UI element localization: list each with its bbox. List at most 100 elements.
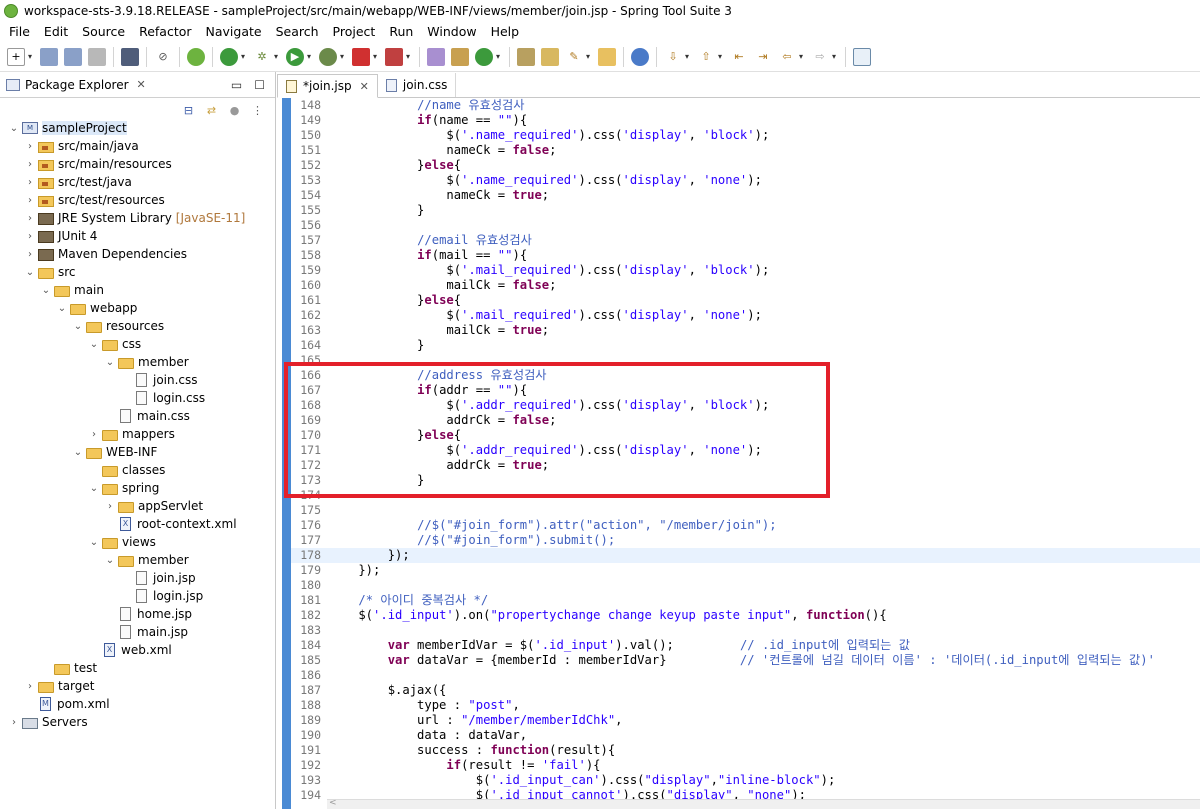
code-line[interactable]: 158 if(mail == ""){ — [291, 248, 1200, 263]
code-line[interactable]: 148 //name 유효성검사 — [291, 98, 1200, 113]
code-line[interactable]: 182 $('.id_input').on("propertychange ch… — [291, 608, 1200, 623]
previous-annotation-dropdown-icon[interactable]: ▾ — [718, 52, 725, 61]
tree-item[interactable]: ⌄ spring — [0, 479, 275, 497]
menu-help[interactable]: Help — [484, 22, 527, 42]
new-class-icon[interactable] — [475, 47, 493, 66]
tree-item[interactable]: ⌄ views — [0, 533, 275, 551]
code-line[interactable]: 162 $('.mail_required').css('display', '… — [291, 308, 1200, 323]
code-line[interactable]: 176 //$("#join_form").attr("action", "/m… — [291, 518, 1200, 533]
ant-icon[interactable]: ✎ — [565, 48, 583, 66]
minimize-icon[interactable]: ▭ — [231, 78, 242, 92]
collapsed-chevron-icon[interactable]: › — [22, 159, 38, 170]
collapsed-chevron-icon[interactable]: › — [22, 177, 38, 188]
next-annotation-dropdown-icon[interactable]: ▾ — [685, 52, 692, 61]
save-icon[interactable] — [40, 47, 58, 66]
code-line[interactable]: 186 — [291, 668, 1200, 683]
menu-run[interactable]: Run — [382, 22, 420, 42]
code-line[interactable]: 164 } — [291, 338, 1200, 353]
code-line[interactable]: 152 }else{ — [291, 158, 1200, 173]
skip-breakpoints-icon[interactable]: ⊘ — [154, 48, 172, 66]
debug-icon[interactable]: ✲ — [253, 48, 271, 66]
maximize-icon[interactable]: ☐ — [254, 78, 265, 92]
tree-item[interactable]: join.css — [0, 371, 275, 389]
editor-tab[interactable]: *join.jsp ✕ — [277, 74, 378, 98]
tree-item[interactable]: ⌄ member — [0, 551, 275, 569]
code-line[interactable]: 190 data : dataVar, — [291, 728, 1200, 743]
tree-item[interactable]: ⌄ resources — [0, 317, 275, 335]
collapsed-chevron-icon[interactable]: › — [22, 249, 38, 260]
collapsed-chevron-icon[interactable]: › — [22, 681, 38, 692]
code-line[interactable]: 156 — [291, 218, 1200, 233]
open-task-icon[interactable] — [541, 47, 559, 66]
tree-item[interactable]: main.jsp — [0, 623, 275, 641]
tree-item[interactable]: Mpom.xml — [0, 695, 275, 713]
code-line[interactable]: 163 mailCk = true; — [291, 323, 1200, 338]
expanded-chevron-icon[interactable]: ⌄ — [70, 447, 86, 458]
expanded-chevron-icon[interactable]: ⌄ — [102, 357, 118, 368]
tree-item[interactable]: test — [0, 659, 275, 677]
forward-icon[interactable]: ⇨ — [811, 48, 829, 66]
code-line[interactable]: 170 }else{ — [291, 428, 1200, 443]
horizontal-scrollbar[interactable]: < — [327, 798, 1200, 809]
menu-edit[interactable]: Edit — [37, 22, 75, 42]
menu-file[interactable]: File — [2, 22, 37, 42]
code-line[interactable]: 166 //address 유효성검사 — [291, 368, 1200, 383]
scroll-left-icon[interactable]: < — [329, 798, 337, 808]
code-line[interactable]: 154 nameCk = true; — [291, 188, 1200, 203]
back-dropdown-icon[interactable]: ▾ — [799, 52, 806, 61]
focus-active-task-icon[interactable]: ● — [227, 104, 242, 118]
collapsed-chevron-icon[interactable]: › — [22, 231, 38, 242]
code-line[interactable]: 180 — [291, 578, 1200, 593]
relaunch-dropdown-icon[interactable]: ▾ — [241, 52, 248, 61]
tree-item[interactable]: › src/main/resources — [0, 155, 275, 173]
code-line[interactable]: 149 if(name == ""){ — [291, 113, 1200, 128]
collapsed-chevron-icon[interactable]: › — [22, 195, 38, 206]
run-dropdown-icon[interactable]: ▾ — [307, 52, 314, 61]
coverage-icon[interactable] — [319, 47, 337, 66]
expanded-chevron-icon[interactable]: ⌄ — [70, 321, 86, 332]
code-line[interactable]: 159 $('.mail_required').css('display', '… — [291, 263, 1200, 278]
tree-item[interactable]: classes — [0, 461, 275, 479]
code-line[interactable]: 177 //$("#join_form").submit(); — [291, 533, 1200, 548]
tree-item[interactable]: join.jsp — [0, 569, 275, 587]
view-menu-icon[interactable]: ⋮ — [250, 104, 265, 118]
tree-item[interactable]: ⌄ css — [0, 335, 275, 353]
menu-project[interactable]: Project — [326, 22, 383, 42]
tree-item[interactable]: home.jsp — [0, 605, 275, 623]
tree-item[interactable]: Xroot-context.xml — [0, 515, 275, 533]
tree-item[interactable]: login.css — [0, 389, 275, 407]
save-all-icon[interactable] — [64, 47, 82, 66]
tree-item[interactable]: ⌄ WEB-INF — [0, 443, 275, 461]
previous-annotation-icon[interactable]: ⇧ — [697, 48, 715, 66]
tree-item[interactable]: › src/test/java — [0, 173, 275, 191]
code-line[interactable]: 168 $('.addr_required').css('display', '… — [291, 398, 1200, 413]
menu-refactor[interactable]: Refactor — [132, 22, 198, 42]
last-edit-icon[interactable]: ⇤ — [730, 48, 748, 66]
expanded-chevron-icon[interactable]: ⌄ — [86, 339, 102, 350]
code-line[interactable]: 150 $('.name_required').css('display', '… — [291, 128, 1200, 143]
boot-dashboard-icon[interactable] — [187, 47, 205, 66]
new-dropdown-icon[interactable]: ▾ — [28, 52, 35, 61]
new-icon[interactable]: + — [7, 47, 25, 66]
expanded-chevron-icon[interactable]: ⌄ — [86, 483, 102, 494]
close-icon[interactable]: ✕ — [360, 80, 369, 93]
forward-dropdown-icon[interactable]: ▾ — [832, 52, 839, 61]
tree-item[interactable]: › src/test/resources — [0, 191, 275, 209]
coverage-dropdown-icon[interactable]: ▾ — [340, 52, 347, 61]
forward-edit-icon[interactable]: ⇥ — [754, 48, 772, 66]
code-line[interactable]: 181 /* 아이디 중복검사 */ — [291, 593, 1200, 608]
stop-icon[interactable] — [352, 47, 370, 66]
code-line[interactable]: 185 var dataVar = {memberId : memberIdVa… — [291, 653, 1200, 668]
tree-item[interactable]: › mappers — [0, 425, 275, 443]
tree-item[interactable]: ⌄ src — [0, 263, 275, 281]
code-line[interactable]: 174 — [291, 488, 1200, 503]
code-line[interactable]: 189 url : "/member/memberIdChk", — [291, 713, 1200, 728]
web-browser-icon[interactable] — [631, 47, 649, 66]
code-line[interactable]: 153 $('.name_required').css('display', '… — [291, 173, 1200, 188]
stop-dropdown-icon[interactable]: ▾ — [373, 52, 380, 61]
tree-item[interactable]: › Servers — [0, 713, 275, 731]
expanded-chevron-icon[interactable]: ⌄ — [102, 555, 118, 566]
code-line[interactable]: 188 type : "post", — [291, 698, 1200, 713]
debug-dropdown-icon[interactable]: ▾ — [274, 52, 281, 61]
run-icon[interactable]: ▶ — [286, 47, 304, 66]
